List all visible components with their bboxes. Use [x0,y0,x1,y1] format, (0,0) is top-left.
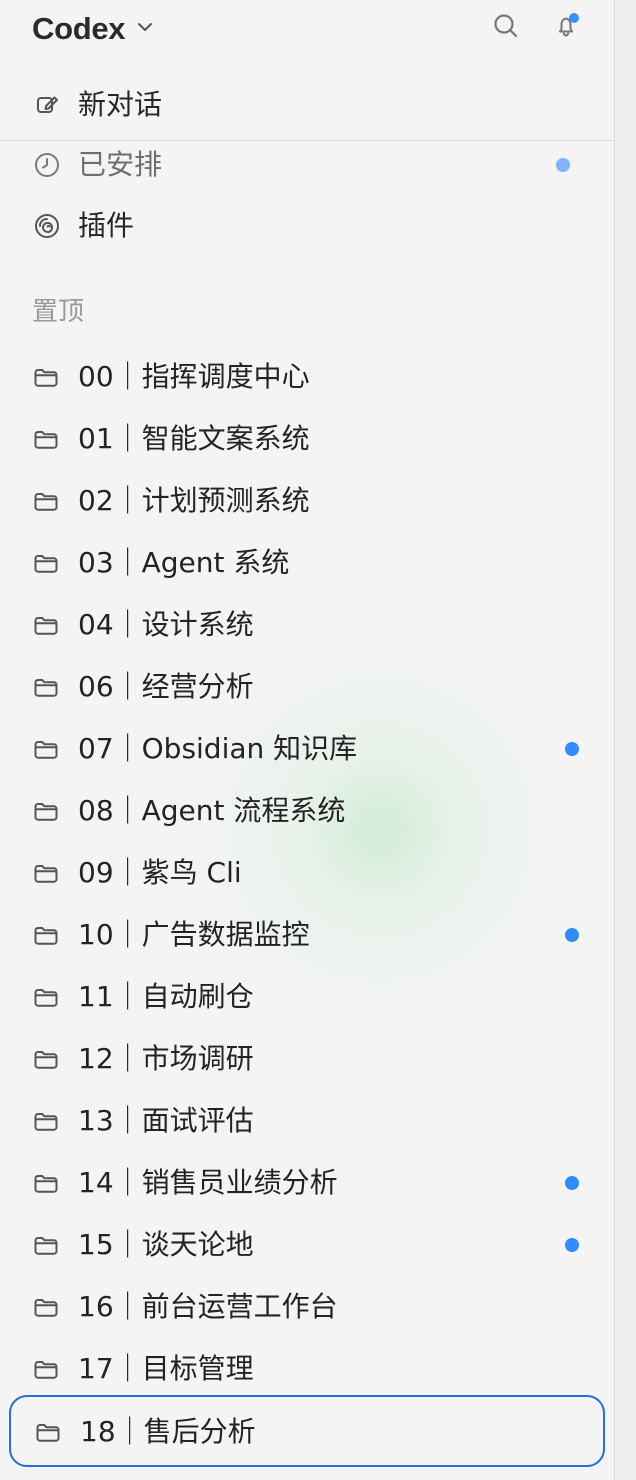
project-label: 03｜Agent 系统 [78,546,290,579]
unread-dot [565,742,579,756]
pinned-project-03[interactable]: 03｜Agent 系统 [0,532,614,594]
folder-icon [31,673,61,703]
pinned-project-09[interactable]: 09｜紫鸟 Cli [0,842,614,904]
pinned-project-16[interactable]: 16｜前台运营工作台 [0,1276,614,1338]
folder-icon [31,1355,61,1385]
pinned-project-15[interactable]: 15｜谈天论地 [0,1214,614,1276]
pinned-project-01[interactable]: 01｜智能文案系统 [0,408,614,470]
folder-icon [31,1169,61,1199]
project-label: 06｜经营分析 [78,670,254,703]
project-label: 17｜目标管理 [78,1352,254,1385]
folder-icon [31,1107,61,1137]
search-icon [492,12,520,44]
new-chat-item[interactable]: 新对话 [0,74,614,136]
notifications-button[interactable] [551,13,581,43]
project-label: 18｜售后分析 [80,1415,256,1448]
search-button[interactable] [491,13,521,43]
pinned-project-14[interactable]: 14｜销售员业绩分析 [0,1152,614,1214]
pinned-project-12[interactable]: 12｜市场调研 [0,1028,614,1090]
folder-icon [31,1231,61,1261]
content-pane-edge [615,0,636,1480]
folder-icon [31,983,61,1013]
app-switcher[interactable]: Codex [32,9,155,49]
unread-dot [565,928,579,942]
clock-icon [32,150,62,180]
pinned-project-10[interactable]: 10｜广告数据监控 [0,904,614,966]
project-label: 14｜销售员业绩分析 [78,1166,338,1199]
plugin-icon [32,211,62,241]
plugins-item[interactable]: 插件 [0,195,614,257]
header-divider [0,140,614,141]
unread-dot [565,1238,579,1252]
folder-icon [31,735,61,765]
project-label: 04｜设计系统 [78,608,254,641]
project-label: 02｜计划预测系统 [78,484,310,517]
scheduled-label: 已安排 [78,148,163,181]
scheduled-item[interactable]: 已安排 [0,134,614,196]
pinned-project-18[interactable]: 18｜售后分析 [9,1395,605,1467]
project-label: 00｜指挥调度中心 [78,360,310,393]
folder-icon [31,1293,61,1323]
pinned-section-title: 置顶 [32,297,85,327]
folder-icon [31,425,61,455]
folder-icon [31,611,61,641]
chevron-down-icon [135,17,155,41]
pinned-project-02[interactable]: 02｜计划预测系统 [0,470,614,532]
pinned-project-06[interactable]: 06｜经营分析 [0,656,614,718]
folder-icon [31,859,61,889]
app-title: Codex [32,11,126,46]
pinned-project-17[interactable]: 17｜目标管理 [0,1338,614,1400]
plugins-label: 插件 [78,209,135,242]
project-label: 01｜智能文案系统 [78,422,310,455]
project-label: 07｜Obsidian 知识库 [78,732,358,765]
project-label: 15｜谈天论地 [78,1228,254,1261]
scheduled-status-dot [556,158,570,172]
project-label: 09｜紫鸟 Cli [78,856,242,889]
unread-dot [565,1176,579,1190]
folder-icon [31,1045,61,1075]
project-label: 13｜面试评估 [78,1104,254,1137]
project-label: 10｜广告数据监控 [78,918,310,951]
project-label: 08｜Agent 流程系统 [78,794,346,827]
folder-icon [31,549,61,579]
folder-icon [31,363,61,393]
folder-icon [31,797,61,827]
pinned-project-07[interactable]: 07｜Obsidian 知识库 [0,718,614,780]
app-header: Codex [0,0,614,58]
folder-icon [31,921,61,951]
notification-badge [569,13,579,23]
pinned-project-13[interactable]: 13｜面试评估 [0,1090,614,1152]
new-chat-label: 新对话 [78,88,163,121]
project-label: 12｜市场调研 [78,1042,254,1075]
folder-icon [33,1418,63,1448]
pinned-project-11[interactable]: 11｜自动刷仓 [0,966,614,1028]
project-label: 11｜自动刷仓 [78,980,254,1013]
sidebar: Codex 新对话 已安排 插件 置顶 00｜指挥调度中心 01｜智能文案系统 … [0,0,614,1480]
pinned-project-00[interactable]: 00｜指挥调度中心 [0,346,614,408]
edit-icon [32,90,62,120]
pinned-project-08[interactable]: 08｜Agent 流程系统 [0,780,614,842]
folder-icon [31,487,61,517]
project-label: 16｜前台运营工作台 [78,1290,338,1323]
pinned-project-04[interactable]: 04｜设计系统 [0,594,614,656]
